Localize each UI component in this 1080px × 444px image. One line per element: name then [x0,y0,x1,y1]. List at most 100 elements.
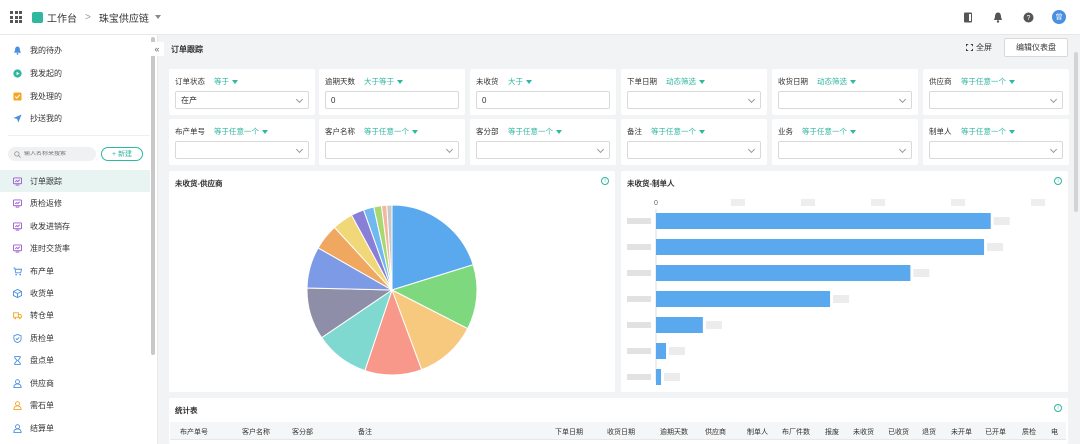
redacted-category-label [627,322,651,328]
filter-operator-dropdown[interactable]: 大于等于 [364,76,403,87]
filter-overdue-days: 逾期天数 大于等于 0 [319,69,465,115]
filter-value-input[interactable]: 0 [325,91,459,109]
filter-operator-dropdown[interactable]: 大于 [508,76,532,87]
sidebar-item-my-started[interactable]: 我发起的 [0,62,150,84]
sidebar-item-qc-repair[interactable]: 质检返修 [0,192,150,214]
tablet-icon[interactable] [962,11,974,23]
sidebar-item-order-tracking[interactable]: 订单跟踪 [0,170,150,192]
sidebar-item-label: 订单跟踪 [30,176,62,186]
sidebar-item-production-order[interactable]: 布产单 [0,260,150,282]
sidebar-item-my-handled[interactable]: 我处理的 [0,85,150,107]
edit-dashboard-button[interactable]: 编辑仪表盘 [1004,38,1068,57]
page-scrollbar[interactable] [1074,52,1078,212]
table-column-header[interactable]: 下单日期 [555,427,583,437]
filter-operator-dropdown[interactable]: 动态筛选 [817,76,856,87]
filter-value: 0 [331,95,336,105]
chevron-down-icon [747,95,756,104]
table-column-header[interactable]: 退货 [922,427,936,437]
sidebar-item-inventory[interactable]: 收发进销存 [0,215,150,237]
filter-operator-dropdown[interactable]: 等于 [214,76,238,87]
table-column-header[interactable]: 未收货 [853,427,874,437]
filter-operator-dropdown[interactable]: 等于任意一个 [364,126,418,137]
table-column-header[interactable]: 电 [1051,427,1058,437]
table-column-header[interactable]: 已收货 [888,427,909,437]
filter-operator-dropdown[interactable]: 等于任意一个 [802,126,856,137]
redacted-value-label [664,373,681,381]
redacted-tick-label [1031,199,1045,206]
table-column-header[interactable]: 供应商 [705,427,726,437]
filter-operator-dropdown[interactable]: 等于任意一个 [961,126,1015,137]
sidebar-item-settlement[interactable]: 结算单 [0,417,150,439]
user-avatar[interactable]: 曾 [1052,10,1066,24]
app-switch-chevron-icon[interactable] [154,15,161,19]
collapse-sidebar-icon[interactable]: « [150,42,164,56]
bar[interactable] [656,369,662,385]
table-column-header[interactable]: 备注 [358,427,372,437]
table-column-header[interactable]: 布产单号 [180,427,208,437]
filter-value-select[interactable]: 在产 [175,91,309,109]
table-column-header[interactable]: 报废 [825,427,839,437]
table-column-header[interactable]: 客分部 [292,427,313,437]
table-column-header[interactable]: 制单人 [747,427,768,437]
sidebar-item-receipt[interactable]: 收货单 [0,282,150,304]
filter-operator-dropdown[interactable]: 等于任意一个 [214,126,268,137]
filter-operator-dropdown[interactable]: 动态筛选 [666,76,705,87]
sidebar-search[interactable] [8,147,96,161]
apps-grid-icon[interactable] [10,11,22,23]
table-column-header[interactable]: 质检 [1022,427,1036,437]
filter-value-input[interactable]: 0 [476,91,610,109]
sidebar-item-qc[interactable]: 质检单 [0,327,150,349]
breadcrumb-app[interactable]: 珠宝供应链 [99,10,149,25]
notification-bell-icon[interactable] [992,11,1004,23]
breadcrumb-workspace[interactable]: 工作台 [47,10,77,25]
table-column-header[interactable]: 未开单 [951,427,972,437]
filter-value-select[interactable] [929,91,1063,109]
filter-label: 客分部 [476,127,499,136]
bar-chart-card: 未收货-制单人 i 0 [621,171,1068,392]
sidebar-item-supplier[interactable]: 供应商 [0,372,150,394]
new-button[interactable]: + 新建 [101,147,143,161]
filter-value-select[interactable] [476,141,610,159]
table-column-header[interactable]: 客户名称 [242,427,270,437]
sidebar-item-label: 我处理的 [30,91,62,101]
sidebar-search-input[interactable] [24,151,94,157]
filter-operator-dropdown[interactable]: 等于任意一个 [508,126,562,137]
search-icon [14,150,21,158]
fullscreen-label: 全屏 [976,43,992,52]
sidebar-item-stocktake[interactable]: 盘点单 [0,349,150,371]
table-column-header[interactable]: 逾期天数 [660,427,688,437]
filter-value-select[interactable] [778,141,912,159]
fullscreen-button[interactable]: 全屏 [966,42,992,53]
filter-value-select[interactable] [325,141,459,159]
bar[interactable] [656,239,985,255]
filter-value-select[interactable] [929,141,1063,159]
table-column-header[interactable]: 布厂件数 [782,427,810,437]
bar[interactable] [656,317,703,333]
chevron-down-icon [295,95,304,104]
bar[interactable] [656,265,911,281]
bar[interactable] [656,291,831,307]
box-icon [12,288,22,298]
sidebar-item-stone-order[interactable]: 需石单 [0,394,150,416]
filter-label: 布产单号 [175,127,205,136]
filter-operator-dropdown[interactable]: 等于任意一个 [651,126,705,137]
table-column-header[interactable]: 收货日期 [607,427,635,437]
filter-label: 逾期天数 [325,77,355,86]
sidebar-scrollbar[interactable] [151,37,155,355]
table-column-header[interactable]: 已开单 [985,427,1006,437]
sidebar-item-my-todo[interactable]: 我的待办 [0,39,150,61]
bar[interactable] [656,343,667,359]
filter-value-select[interactable] [627,141,761,159]
filter-operator-dropdown[interactable]: 等于任意一个 [961,76,1015,87]
info-icon[interactable]: i [1054,404,1062,412]
sidebar-item-transfer[interactable]: 转仓单 [0,304,150,326]
sidebar-item-on-time-rate[interactable]: 准时交货率 [0,237,150,259]
dashboard-icon [12,243,22,253]
filter-receipt-date: 收货日期 动态筛选 [772,69,918,115]
filter-value-select[interactable] [175,141,309,159]
sidebar-item-cc-me[interactable]: 抄送我的 [0,107,150,129]
filter-value-select[interactable] [627,91,761,109]
help-icon[interactable]: ? [1022,11,1034,23]
bar[interactable] [656,213,991,229]
filter-value-select[interactable] [778,91,912,109]
